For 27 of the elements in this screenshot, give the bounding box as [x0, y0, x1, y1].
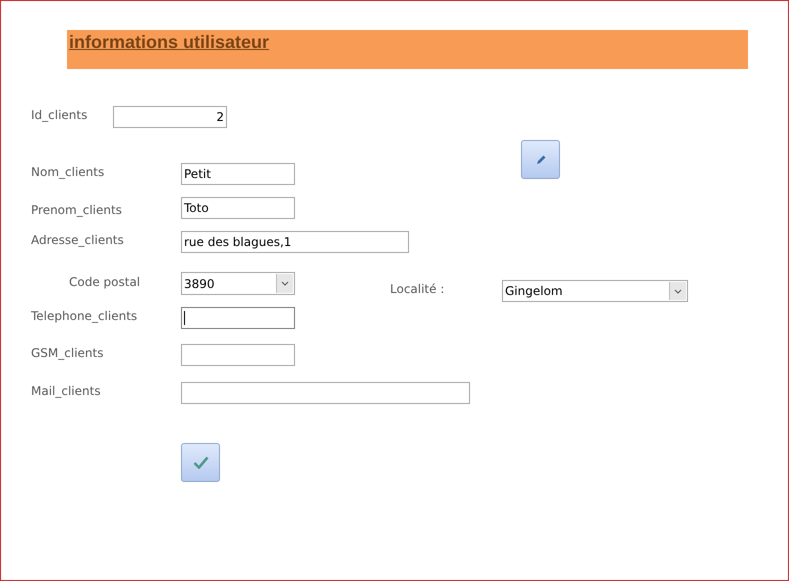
input-field[interactable] [181, 344, 295, 366]
field-label: Localité : [390, 282, 444, 296]
dropdown-field[interactable]: Gingelom [502, 280, 688, 302]
form-title: informations utilisateur [69, 32, 270, 52]
dropdown-arrow-button[interactable] [669, 282, 686, 300]
checkmark-icon [192, 456, 208, 469]
field-label: Nom_clients [31, 165, 104, 179]
edit-button[interactable] [521, 140, 560, 179]
chevron-down-icon [674, 288, 682, 294]
field-label: Mail_clients [31, 384, 101, 398]
input-field[interactable]: Toto [181, 197, 295, 219]
input-field[interactable] [181, 307, 295, 329]
field-label: Code postal [69, 275, 140, 289]
input-field[interactable]: Petit [181, 163, 295, 185]
field-label: Adresse_clients [31, 233, 124, 247]
field-label: Id_clients [31, 108, 88, 122]
dropdown-field[interactable]: 3890 [181, 272, 295, 295]
field-label: Prenom_clients [31, 203, 122, 217]
field-label: Telephone_clients [31, 309, 138, 323]
number-field[interactable]: 2 [113, 106, 227, 128]
pencil-icon [534, 154, 546, 166]
input-field[interactable]: rue des blagues,1 [181, 231, 409, 253]
confirm-button[interactable] [181, 443, 220, 482]
dropdown-arrow-button[interactable] [276, 274, 293, 293]
field-label: GSM_clients [31, 346, 104, 360]
chevron-down-icon [281, 281, 289, 286]
input-field[interactable] [181, 382, 470, 404]
